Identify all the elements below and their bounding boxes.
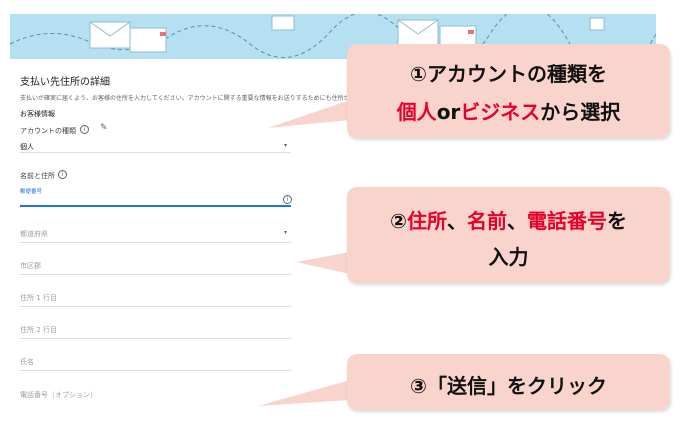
callout-input-fields: ②住所、名前、電話番号を 入力 (347, 187, 670, 283)
callout-2-address: 住所 (406, 209, 447, 233)
callout-2-suffix: を (606, 209, 627, 233)
callout-2-line1: ②住所、名前、電話番号を (347, 205, 670, 234)
callout-1-or: or (436, 100, 461, 124)
callout-1-line2: 個人orビジネスから選択 (347, 96, 670, 125)
callout-2-line2: 入力 (488, 245, 529, 269)
callout-2-name: 名前 (466, 209, 507, 233)
callout-2-prefix: ② (390, 209, 407, 233)
callout-1-tail: から選択 (540, 100, 621, 124)
callout-account-type: ①アカウントの種類を 個人orビジネスから選択 (347, 44, 670, 138)
callout-3-text: ③「送信」をクリック (410, 374, 607, 398)
callout-2-sep1: 、 (446, 209, 467, 233)
callout-2-phone: 電話番号 (526, 209, 607, 233)
callout-submit: ③「送信」をクリック (347, 354, 670, 410)
callout-1-line1: ①アカウントの種類を (410, 62, 607, 86)
callout-1-business: ビジネス (460, 100, 541, 124)
callout-1-personal: 個人 (396, 100, 437, 124)
callout-2-sep2: 、 (506, 209, 527, 233)
